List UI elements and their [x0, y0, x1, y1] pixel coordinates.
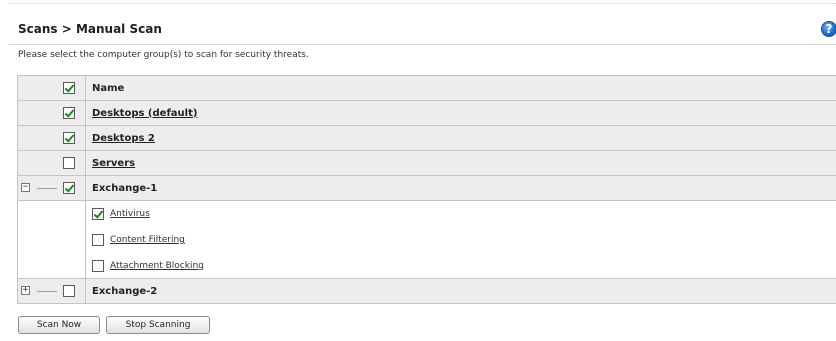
name-column-header: Name: [92, 82, 125, 94]
help-icon[interactable]: ?: [821, 21, 836, 37]
exchange-2-checkbox[interactable]: [63, 285, 75, 297]
scan-now-button[interactable]: Scan Now: [18, 316, 100, 334]
exchange-1-checkbox[interactable]: [63, 182, 75, 194]
desktops-default-checkbox[interactable]: [63, 107, 75, 119]
list-item: Attachment Blocking: [18, 253, 836, 279]
antivirus-checkbox[interactable]: [92, 208, 104, 220]
table-row: Desktops 2: [18, 126, 836, 151]
tree-connector: [37, 291, 57, 292]
attachment-blocking-checkbox[interactable]: [92, 259, 104, 272]
content-filtering-link[interactable]: Content Filtering: [110, 235, 185, 245]
instructions-text: Please select the computer group(s) to s…: [18, 50, 309, 60]
table-row-exchange-1: − Exchange-1: [18, 176, 836, 201]
exchange-2-label: Exchange-2: [92, 285, 158, 297]
computer-group-table: Name Desktops (default) Desktops 2 Serve…: [17, 75, 836, 304]
tree-connector: [37, 188, 57, 189]
table-row: Desktops (default): [18, 101, 836, 126]
attachment-blocking-link[interactable]: Attachment Blocking: [110, 261, 204, 271]
table-row: Servers: [18, 151, 836, 176]
exchange-1-label: Exchange-1: [92, 182, 158, 194]
content-filtering-checkbox[interactable]: [92, 234, 104, 246]
list-item: Content Filtering: [18, 227, 836, 254]
collapse-icon[interactable]: −: [21, 183, 30, 192]
servers-link[interactable]: Servers: [92, 158, 135, 169]
breadcrumb: Scans > Manual Scan: [18, 22, 162, 36]
select-all-checkbox[interactable]: [63, 82, 75, 94]
antivirus-link[interactable]: Antivirus: [110, 209, 150, 219]
desktops-2-checkbox[interactable]: [63, 132, 75, 144]
table-header-row: Name: [18, 76, 836, 101]
page-header: Scans > Manual Scan ?: [9, 16, 836, 45]
top-divider: [9, 3, 836, 4]
servers-checkbox[interactable]: [63, 157, 75, 169]
table-row-exchange-2: + Exchange-2: [18, 279, 836, 304]
stop-scanning-button[interactable]: Stop Scanning: [106, 316, 210, 334]
desktops-2-link[interactable]: Desktops 2: [92, 133, 155, 144]
list-item: Antivirus: [18, 201, 836, 228]
desktops-default-link[interactable]: Desktops (default): [92, 108, 197, 119]
expand-icon[interactable]: +: [21, 286, 30, 295]
